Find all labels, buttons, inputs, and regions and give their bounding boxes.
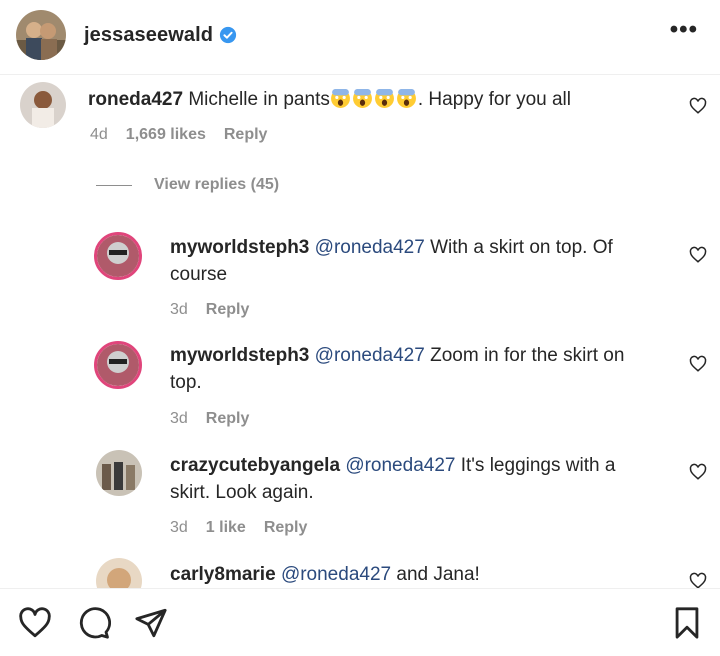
post-author-username[interactable]: jessaseewald xyxy=(84,24,213,47)
comment-time: 4d xyxy=(90,126,108,143)
emoji-group xyxy=(330,89,418,110)
view-replies-button[interactable]: View replies (45) xyxy=(96,176,279,194)
avatar[interactable] xyxy=(94,341,142,389)
like-reply-heart-icon[interactable] xyxy=(689,246,707,264)
avatar[interactable] xyxy=(94,232,142,280)
like-comment-heart-icon[interactable] xyxy=(689,97,707,115)
comment-meta: 4d 1,669 likes Reply xyxy=(90,126,267,144)
avatar[interactable] xyxy=(20,82,66,128)
more-options-button[interactable]: ••• xyxy=(670,18,698,42)
divider xyxy=(96,184,132,186)
face-screaming-in-fear-icon xyxy=(396,89,416,108)
reply-text: carly8marie @roneda427 and Jana! xyxy=(170,564,480,585)
like-reply-heart-icon[interactable] xyxy=(689,463,707,481)
avatar[interactable] xyxy=(16,10,66,60)
reply-text: myworldsteph3 @roneda427 With a skirt on… xyxy=(170,237,613,285)
reply-meta: 3d Reply xyxy=(170,301,250,319)
reply-button[interactable]: Reply xyxy=(224,126,268,144)
like-reply-heart-icon[interactable] xyxy=(689,355,707,373)
face-screaming-in-fear-icon xyxy=(352,89,372,108)
share-icon[interactable] xyxy=(134,606,168,640)
face-screaming-in-fear-icon xyxy=(330,89,350,108)
reply-likes[interactable]: 1 like xyxy=(206,519,246,537)
reply-text: crazycutebyangela @roneda427 It's leggin… xyxy=(170,455,616,503)
heart-icon[interactable] xyxy=(18,606,52,640)
face-screaming-in-fear-icon xyxy=(374,89,394,108)
header-divider xyxy=(0,74,720,75)
avatar[interactable] xyxy=(96,450,142,496)
comment-likes[interactable]: 1,669 likes xyxy=(126,126,206,144)
reply-button[interactable]: Reply xyxy=(264,519,308,537)
bookmark-icon[interactable] xyxy=(670,606,704,640)
comment-username[interactable]: roneda427 xyxy=(88,89,183,110)
verified-badge-icon xyxy=(219,26,237,44)
reply-button[interactable]: Reply xyxy=(206,301,250,319)
reply-button[interactable]: Reply xyxy=(206,410,250,428)
reply-meta: 3d 1 like Reply xyxy=(170,519,308,537)
comment-icon[interactable] xyxy=(77,606,111,640)
post-header: jessaseewald ••• xyxy=(0,0,720,70)
comment-text: roneda427 Michelle in pants. Happy for y… xyxy=(88,89,571,110)
reply-meta: 3d Reply xyxy=(170,410,250,428)
reply-text: myworldsteph3 @roneda427 Zoom in for the… xyxy=(170,345,625,393)
